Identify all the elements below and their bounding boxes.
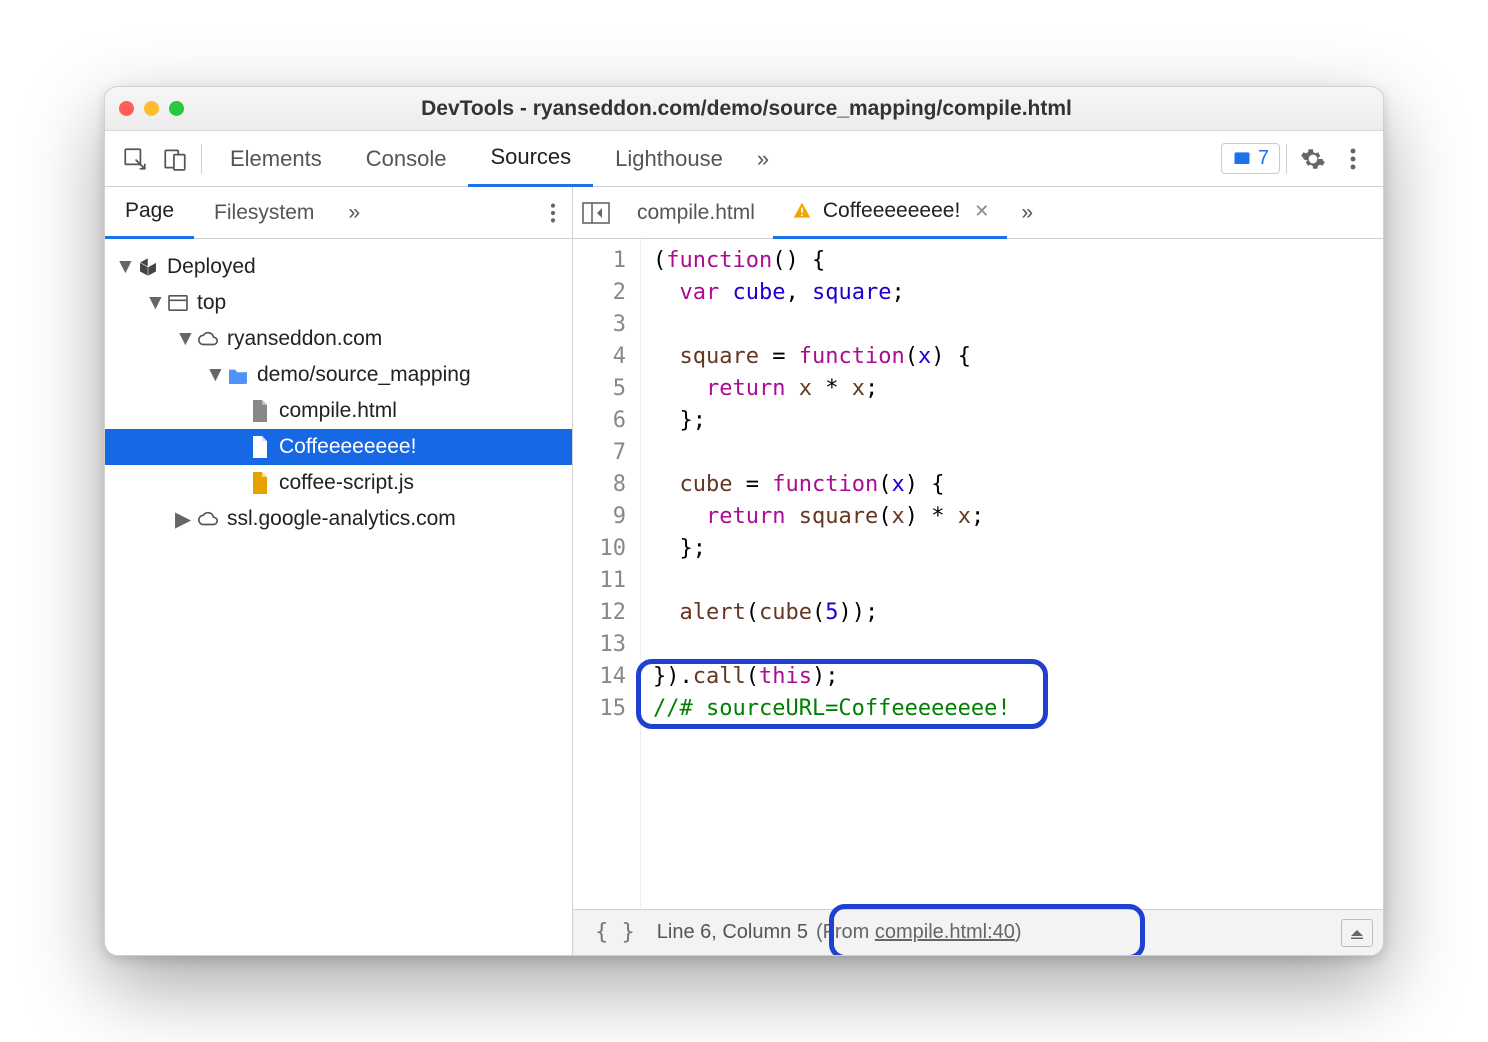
editor-tab-compile[interactable]: compile.html <box>619 187 773 239</box>
editor-tab-coffee[interactable]: Coffeeeeeeee! ✕ <box>773 187 1008 239</box>
tree-file-coffee[interactable]: Coffeeeeeeee! <box>105 429 572 465</box>
code-editor[interactable]: 123456789101112131415 (function() { var … <box>573 239 1383 909</box>
issues-badge[interactable]: 7 <box>1221 143 1280 174</box>
nav-kebab-icon[interactable] <box>534 202 572 224</box>
tab-sources[interactable]: Sources <box>468 131 593 187</box>
main-area: Page Filesystem » ▼ Deployed ▼ top <box>105 187 1383 955</box>
show-drawer-icon[interactable] <box>1341 919 1373 947</box>
cloud-icon <box>197 508 219 530</box>
tree-top[interactable]: ▼ top <box>105 285 572 321</box>
editor-tab-label: compile.html <box>637 201 755 225</box>
tab-elements[interactable]: Elements <box>208 131 344 187</box>
file-tree: ▼ Deployed ▼ top ▼ ryanseddon.com ▼ <box>105 239 572 537</box>
editor-tab-label: Coffeeeeeeee! <box>823 199 960 223</box>
tree-label: ryanseddon.com <box>227 327 382 351</box>
folder-icon <box>227 364 249 386</box>
close-tab-icon[interactable]: ✕ <box>974 201 989 222</box>
editor-area: compile.html Coffeeeeeeee! ✕ » 123456789… <box>573 187 1383 955</box>
tree-domain[interactable]: ▼ ryanseddon.com <box>105 321 572 357</box>
nav-tabs-overflow[interactable]: » <box>334 187 374 239</box>
tree-folder[interactable]: ▼ demo/source_mapping <box>105 357 572 393</box>
warning-icon <box>791 200 813 222</box>
code-content: (function() { var cube, square; square =… <box>641 239 1383 909</box>
zoom-window-button[interactable] <box>169 101 184 116</box>
issues-count: 7 <box>1258 147 1269 170</box>
pretty-print-button[interactable]: { } <box>583 920 647 945</box>
editor-tabs: compile.html Coffeeeeeeee! ✕ » <box>573 187 1383 239</box>
titlebar: DevTools - ryanseddon.com/demo/source_ma… <box>105 87 1383 131</box>
tabs-overflow[interactable]: » <box>745 131 781 187</box>
main-toolbar: Elements Console Sources Lighthouse » 7 <box>105 131 1383 187</box>
statusbar: { } Line 6, Column 5 (From compile.html:… <box>573 909 1383 955</box>
window-title: DevTools - ryanseddon.com/demo/source_ma… <box>184 97 1309 121</box>
inspect-element-icon[interactable] <box>115 146 155 172</box>
tree-label: coffee-script.js <box>279 471 414 495</box>
devtools-window: DevTools - ryanseddon.com/demo/source_ma… <box>104 86 1384 956</box>
tree-file-compile[interactable]: compile.html <box>105 393 572 429</box>
cloud-icon <box>197 328 219 350</box>
navigator-sidebar: Page Filesystem » ▼ Deployed ▼ top <box>105 187 573 955</box>
tab-lighthouse[interactable]: Lighthouse <box>593 131 745 187</box>
editor-tabs-overflow[interactable]: » <box>1007 187 1047 239</box>
cursor-position: Line 6, Column 5 <box>657 921 808 944</box>
tab-console[interactable]: Console <box>344 131 469 187</box>
line-gutter: 123456789101112131415 <box>573 239 641 909</box>
device-toolbar-icon[interactable] <box>155 146 195 172</box>
close-window-button[interactable] <box>119 101 134 116</box>
tree-file-coffeescript[interactable]: coffee-script.js <box>105 465 572 501</box>
tree-label: ssl.google-analytics.com <box>227 507 456 531</box>
file-icon <box>249 400 271 422</box>
file-icon <box>249 436 271 458</box>
source-origin-link[interactable]: compile.html:40 <box>875 921 1015 943</box>
nav-tab-page[interactable]: Page <box>105 187 194 239</box>
tree-root-deployed[interactable]: ▼ Deployed <box>105 249 572 285</box>
js-file-icon <box>249 472 271 494</box>
source-origin: (From compile.html:40) <box>816 921 1022 944</box>
window-controls <box>119 101 184 116</box>
settings-gear-icon[interactable] <box>1293 146 1333 172</box>
cube-icon <box>137 256 159 278</box>
toggle-navigator-icon[interactable] <box>573 202 619 224</box>
tree-label: compile.html <box>279 399 397 423</box>
tree-label: top <box>197 291 226 315</box>
tree-label: Deployed <box>167 255 256 279</box>
nav-tab-filesystem[interactable]: Filesystem <box>194 187 334 239</box>
navigator-tabs: Page Filesystem » <box>105 187 572 239</box>
tree-label: demo/source_mapping <box>257 363 471 387</box>
frame-icon <box>167 292 189 314</box>
minimize-window-button[interactable] <box>144 101 159 116</box>
kebab-menu-icon[interactable] <box>1333 147 1373 171</box>
tree-label: Coffeeeeeeee! <box>279 435 416 459</box>
tree-domain-analytics[interactable]: ▶ ssl.google-analytics.com <box>105 501 572 537</box>
